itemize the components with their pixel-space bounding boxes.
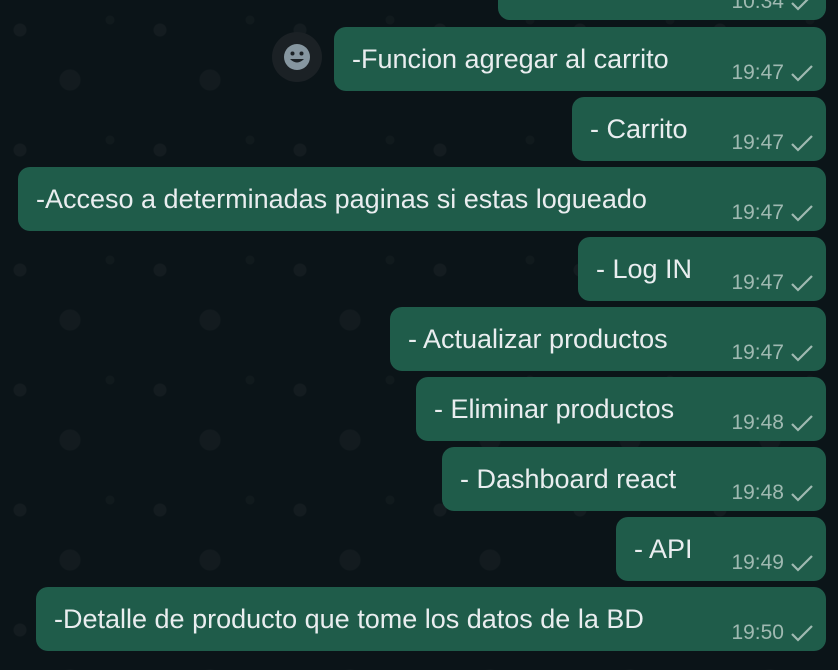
check-icon — [791, 0, 809, 11]
message-time: 19:47 — [731, 201, 784, 224]
message-time: 10:34 — [731, 0, 784, 13]
message-bubble[interactable]: -Funcion agregar al carrito 19:47 — [334, 27, 826, 91]
check-icon — [791, 275, 813, 292]
message-time: 19:48 — [731, 481, 784, 504]
message-time: 19:47 — [731, 341, 784, 364]
message-bubble[interactable]: -Acceso a determinadas paginas si estas … — [18, 167, 826, 231]
message-meta: 19:47 — [731, 271, 814, 295]
message-time: 19:47 — [731, 271, 784, 294]
message-text: - Dashboard react — [460, 464, 677, 494]
check-icon — [791, 625, 813, 642]
emoji-icon — [284, 44, 310, 70]
message-text: -Acceso a determinadas paginas si estas … — [36, 184, 647, 214]
message-text: - API — [634, 534, 693, 564]
message-meta: 19:47 — [731, 61, 814, 85]
message-meta: 19:48 — [731, 481, 814, 505]
message-meta: 19:48 — [731, 411, 814, 435]
message-bubble[interactable]: - Carrito 19:47 — [572, 97, 826, 161]
message-text: - Log IN — [596, 254, 693, 284]
message-time: 19:50 — [731, 621, 784, 644]
message-meta: 19:47 — [731, 341, 814, 365]
message-bubble[interactable]: - Dashboard react 19:48 — [442, 447, 826, 511]
message-bubble-partial[interactable]: 10:34 — [498, 0, 826, 20]
message-meta: 19:50 — [731, 621, 814, 645]
message-text: - Eliminar productos — [434, 394, 675, 424]
message-time: 19:49 — [731, 551, 784, 574]
message-text: -Detalle de producto que tome los datos … — [54, 604, 644, 634]
check-icon — [791, 415, 813, 432]
message-text: -Funcion agregar al carrito — [352, 44, 669, 74]
message-bubble[interactable]: -Detalle de producto que tome los datos … — [36, 587, 826, 651]
message-list[interactable]: 10:34 -Funcion agregar al carrito 19:47 … — [0, 0, 838, 670]
check-icon — [791, 205, 813, 222]
message-bubble[interactable]: - Actualizar productos 19:47 — [390, 307, 826, 371]
message-bubble[interactable]: - Log IN 19:47 — [578, 237, 826, 301]
message-meta: 10:34 — [731, 0, 814, 14]
message-time: 19:48 — [731, 411, 784, 434]
check-icon — [791, 135, 813, 152]
message-text: - Carrito — [590, 114, 688, 144]
message-meta: 19:47 — [731, 201, 814, 225]
message-meta: 19:49 — [731, 551, 814, 575]
message-time: 19:47 — [731, 61, 784, 84]
message-time: 19:47 — [731, 131, 784, 154]
check-icon — [791, 485, 813, 502]
message-text: - Actualizar productos — [408, 324, 668, 354]
check-icon — [791, 345, 813, 362]
message-bubble[interactable]: - API 19:49 — [616, 517, 826, 581]
check-icon — [791, 555, 813, 572]
check-icon — [791, 65, 813, 82]
reaction-button[interactable] — [272, 32, 322, 82]
message-bubble[interactable]: - Eliminar productos 19:48 — [416, 377, 826, 441]
message-meta: 19:47 — [731, 131, 814, 155]
